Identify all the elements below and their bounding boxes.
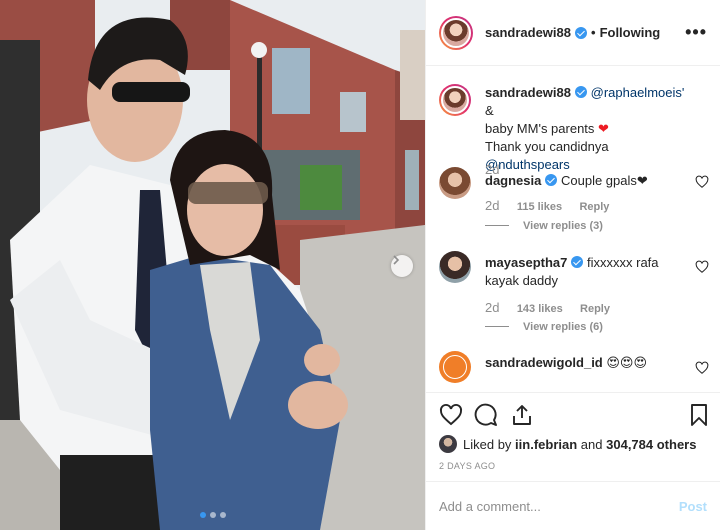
caption-text: sandradewi88 @raphaelmoeis' & baby MM's … bbox=[485, 84, 685, 174]
reply-button[interactable]: Reply bbox=[580, 303, 610, 315]
like-comment-heart-icon[interactable] bbox=[695, 361, 709, 375]
timestamp[interactable]: 2d bbox=[485, 300, 499, 315]
verified-badge-icon bbox=[571, 256, 584, 268]
comment-body: Couple gpals❤ bbox=[560, 173, 648, 188]
avatar[interactable] bbox=[439, 251, 471, 283]
verified-badge-icon bbox=[575, 86, 587, 98]
comment-text: sandradewigold_id 😍😍😍 bbox=[485, 354, 685, 372]
post-actions: Liked by iin.febrian and 304,784 others … bbox=[426, 392, 720, 530]
comment-text: mayaseptha7 fixxxxxx rafa kayak daddy bbox=[485, 254, 685, 290]
avatar[interactable] bbox=[439, 351, 471, 383]
ellipsis-icon[interactable]: ••• bbox=[685, 22, 707, 43]
carousel-dot bbox=[219, 512, 226, 518]
carousel-dot bbox=[199, 512, 206, 518]
post-side-panel: sandradewi88 • Following ••• sandradewi8… bbox=[425, 0, 720, 530]
like-comment-heart-icon[interactable] bbox=[695, 175, 709, 189]
comment-body: 😍😍😍 bbox=[606, 355, 648, 370]
comment-input[interactable] bbox=[439, 492, 659, 520]
post-header: sandradewi88 • Following ••• bbox=[426, 0, 720, 66]
likes-count[interactable]: 115 likes bbox=[517, 201, 562, 213]
next-slide-button[interactable] bbox=[391, 255, 413, 277]
comment-meta: 2d 143 likes Reply bbox=[485, 300, 610, 315]
instagram-post: sandradewi88 • Following ••• sandradewi8… bbox=[0, 0, 720, 530]
save-bookmark-icon[interactable] bbox=[687, 403, 711, 427]
following-button[interactable]: Following bbox=[600, 25, 661, 40]
liked-user-link[interactable]: iin.febrian bbox=[515, 437, 577, 452]
comment-composer: Post bbox=[426, 481, 720, 530]
author-username[interactable]: sandradewi88 bbox=[485, 25, 571, 40]
caption: sandradewi88 @raphaelmoeis' & baby MM's … bbox=[439, 84, 709, 177]
comment-username[interactable]: sandradewigold_id bbox=[485, 355, 603, 370]
carousel-dot bbox=[209, 512, 216, 518]
caption-username[interactable]: sandradewi88 bbox=[485, 85, 571, 100]
avatar[interactable] bbox=[439, 167, 471, 199]
view-replies-button[interactable]: View replies (6) bbox=[485, 321, 603, 333]
caption-fragment: & bbox=[485, 103, 494, 118]
liked-by: Liked by iin.febrian and 304,784 others bbox=[439, 435, 696, 453]
chevron-right-icon bbox=[393, 255, 400, 265]
liked-others-link[interactable]: 304,784 others bbox=[606, 437, 696, 452]
reply-button[interactable]: Reply bbox=[579, 201, 609, 213]
comment-meta: 2d 115 likes Reply bbox=[485, 198, 609, 213]
view-replies-label: View replies (6) bbox=[523, 321, 603, 333]
avatar[interactable] bbox=[439, 435, 457, 453]
liked-and: and bbox=[580, 436, 603, 452]
liked-prefix: Liked by bbox=[463, 436, 512, 452]
view-replies-label: View replies (3) bbox=[523, 220, 603, 232]
action-icons bbox=[439, 403, 711, 429]
share-upload-icon[interactable] bbox=[510, 403, 534, 427]
avatar[interactable] bbox=[439, 84, 471, 116]
post-photo[interactable] bbox=[0, 0, 425, 530]
comment-text: dagnesia Couple gpals❤ bbox=[485, 172, 685, 190]
post-date[interactable]: 2 DAYS AGO bbox=[439, 461, 495, 471]
comment-bubble-icon[interactable] bbox=[474, 403, 498, 427]
comment-item: sandradewigold_id 😍😍😍 bbox=[439, 351, 709, 389]
comments-list[interactable]: sandradewi88 @raphaelmoeis' & baby MM's … bbox=[426, 67, 720, 389]
heart-emoji: ❤ bbox=[598, 121, 609, 136]
comment-username[interactable]: dagnesia bbox=[485, 173, 541, 188]
verified-badge-icon bbox=[575, 26, 587, 39]
comment-item: mayaseptha7 fixxxxxx rafa kayak daddy 2d… bbox=[439, 251, 709, 333]
likes-count[interactable]: 143 likes bbox=[517, 303, 563, 315]
comment-item: dagnesia Couple gpals❤ 2d 115 likes Repl… bbox=[439, 167, 709, 237]
carousel-indicators bbox=[0, 512, 425, 518]
like-heart-icon[interactable] bbox=[439, 403, 463, 427]
caption-fragment: baby MM's parents bbox=[485, 121, 595, 136]
mention-link[interactable]: @raphaelmoeis' bbox=[591, 85, 685, 100]
caption-fragment: Thank you candidnya bbox=[485, 139, 609, 154]
post-comment-button[interactable]: Post bbox=[679, 499, 707, 514]
timestamp[interactable]: 2d bbox=[485, 198, 499, 213]
author-avatar[interactable] bbox=[439, 15, 473, 50]
comment-username[interactable]: mayaseptha7 bbox=[485, 255, 567, 270]
view-replies-button[interactable]: View replies (3) bbox=[485, 220, 603, 232]
like-comment-heart-icon[interactable] bbox=[695, 260, 709, 274]
photo-scene bbox=[0, 0, 425, 530]
verified-badge-icon bbox=[545, 174, 558, 186]
separator-dot: • bbox=[591, 25, 596, 40]
